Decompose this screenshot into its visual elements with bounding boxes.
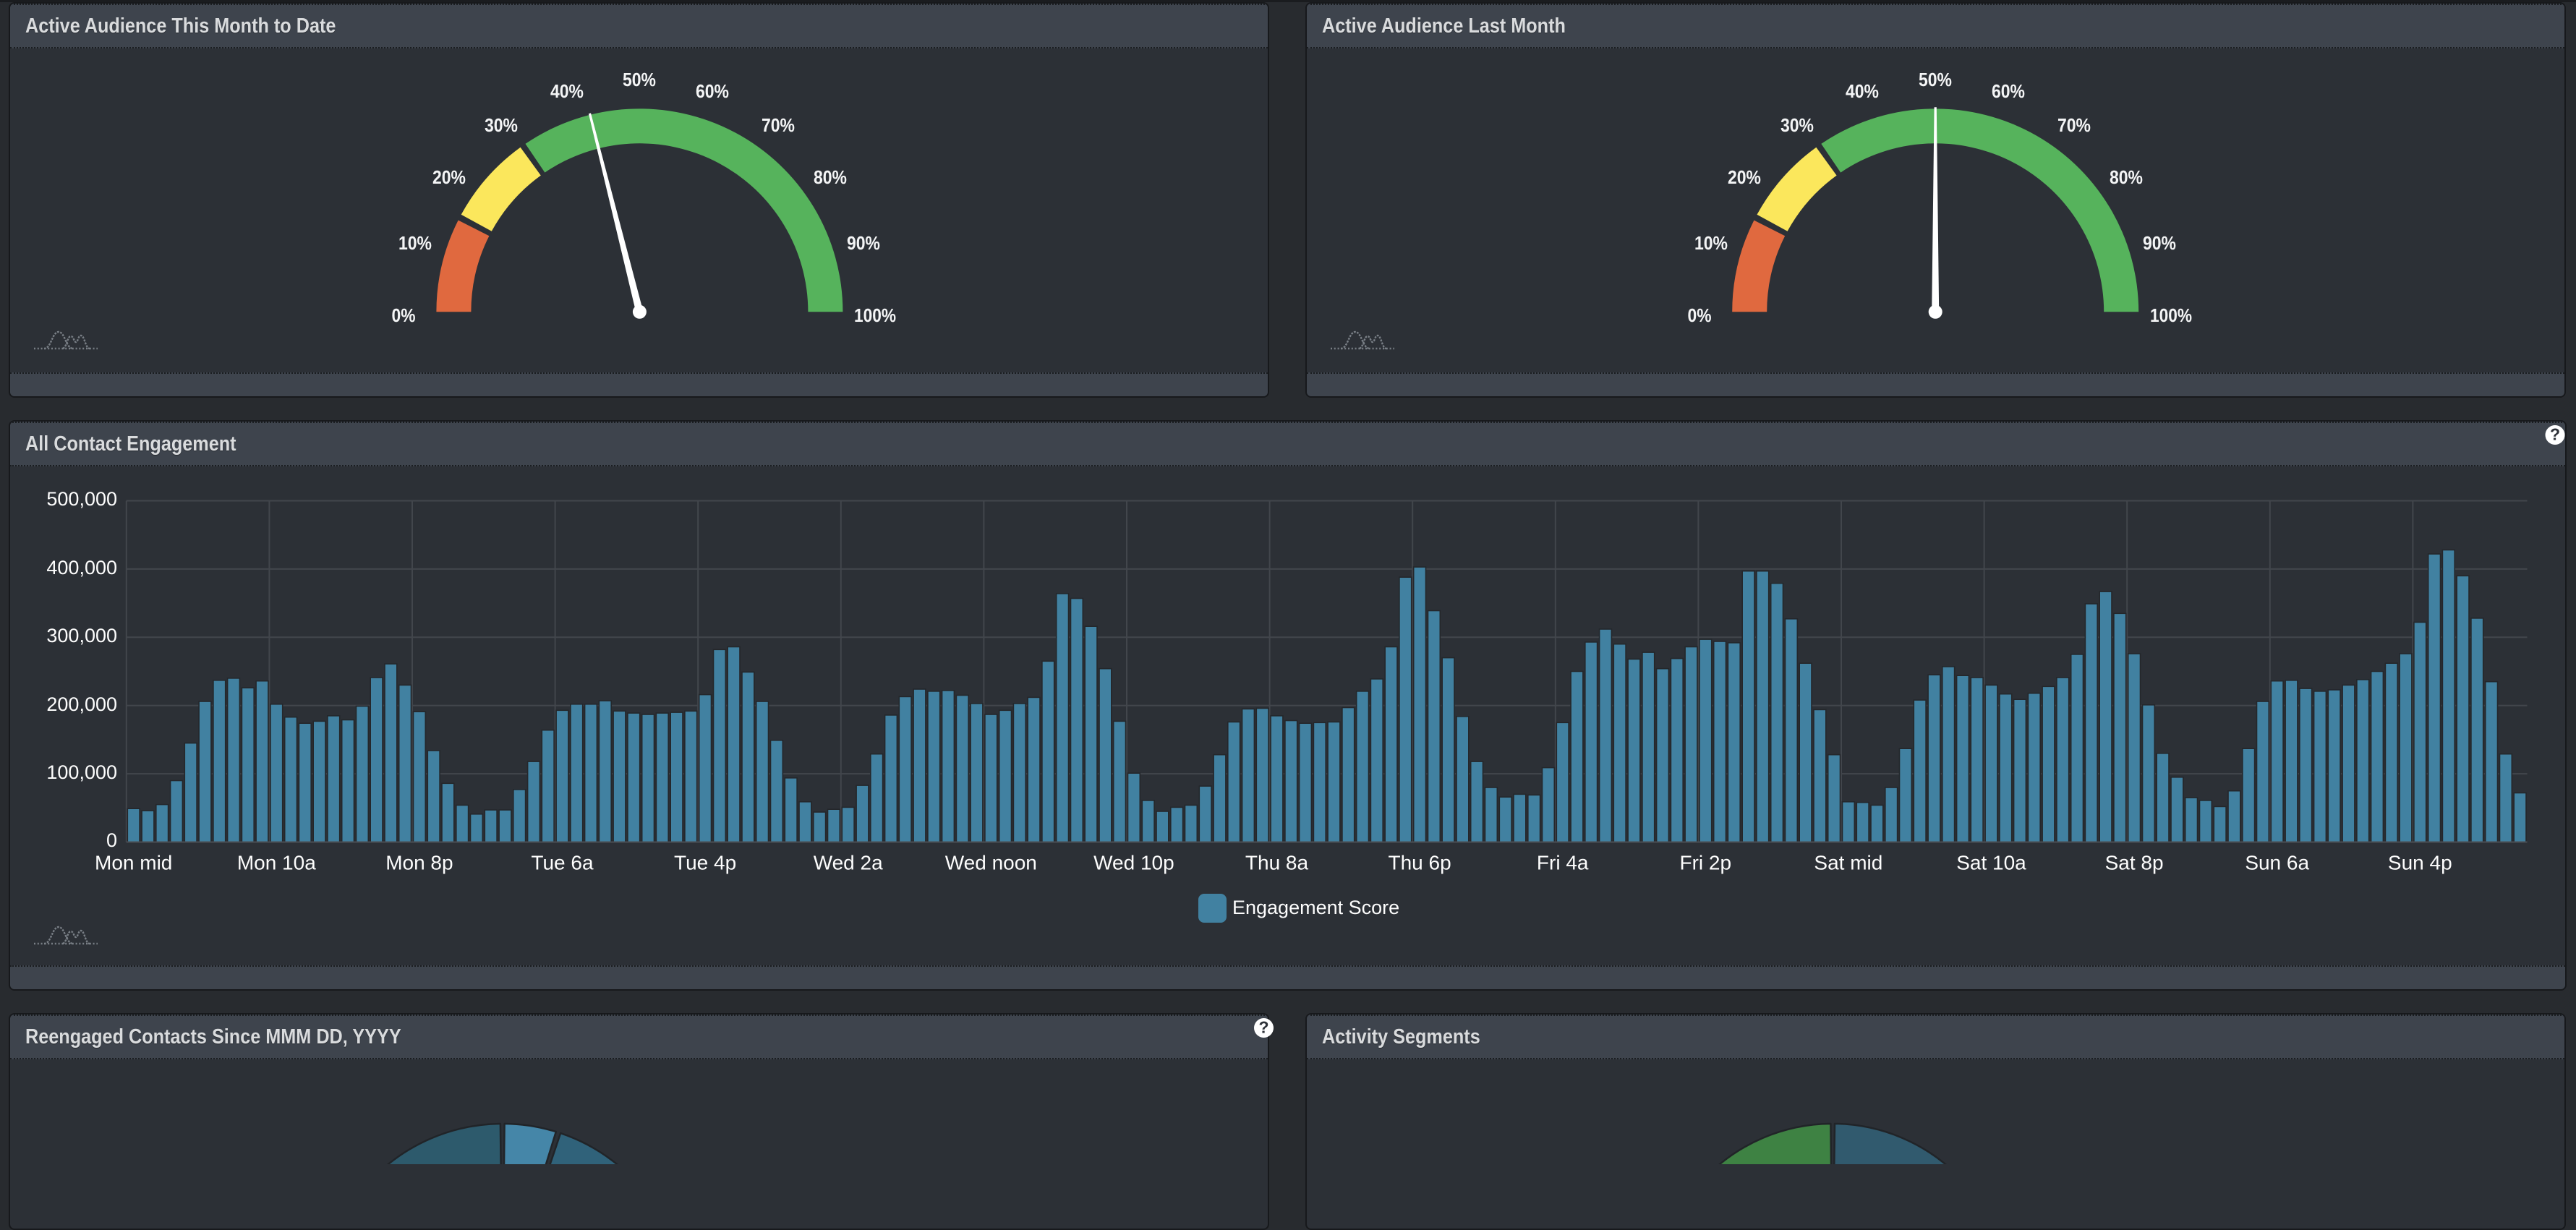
svg-text:Wed noon: Wed noon — [945, 851, 1037, 874]
svg-text:Thu 8a: Thu 8a — [1245, 851, 1309, 874]
svg-text:90%: 90% — [2143, 232, 2176, 254]
svg-text:Sun 4p: Sun 4p — [2388, 851, 2452, 874]
svg-text:Mon mid: Mon mid — [95, 851, 172, 874]
svg-text:200,000: 200,000 — [46, 693, 117, 715]
svg-text:10%: 10% — [398, 232, 432, 254]
svg-text:50%: 50% — [623, 69, 656, 90]
svg-text:20%: 20% — [1728, 166, 1761, 188]
svg-text:Sat mid: Sat mid — [1814, 851, 1882, 874]
svg-text:40%: 40% — [1846, 80, 1879, 102]
svg-text:Wed 10p: Wed 10p — [1093, 851, 1174, 874]
svg-text:Thu 6p: Thu 6p — [1389, 851, 1451, 874]
svg-text:30%: 30% — [485, 114, 518, 136]
svg-text:80%: 80% — [2110, 166, 2143, 188]
svg-text:70%: 70% — [762, 114, 795, 136]
svg-text:20%: 20% — [432, 166, 466, 188]
svg-text:Mon 10a: Mon 10a — [237, 851, 316, 874]
svg-text:Mon 8p: Mon 8p — [385, 851, 453, 874]
svg-text:100%: 100% — [854, 304, 896, 326]
svg-text:Wed 2a: Wed 2a — [814, 851, 883, 874]
svg-text:0%: 0% — [392, 304, 416, 326]
svg-text:100%: 100% — [2150, 304, 2192, 326]
svg-text:0%: 0% — [1688, 304, 1712, 326]
svg-text:Fri 4a: Fri 4a — [1537, 851, 1589, 874]
svg-text:Tue 4p: Tue 4p — [674, 851, 736, 874]
svg-text:60%: 60% — [1992, 80, 2025, 102]
svg-text:500,000: 500,000 — [46, 488, 117, 510]
svg-text:40%: 40% — [550, 80, 584, 102]
svg-text:400,000: 400,000 — [46, 557, 117, 578]
svg-text:Sat 8p: Sat 8p — [2105, 851, 2164, 874]
svg-text:80%: 80% — [814, 166, 847, 188]
svg-text:Engagement Score: Engagement Score — [1232, 897, 1399, 918]
svg-text:10%: 10% — [1694, 232, 1728, 254]
svg-text:Sun 6a: Sun 6a — [2245, 851, 2309, 874]
svg-text:0: 0 — [106, 829, 117, 851]
svg-text:Sat 10a: Sat 10a — [1956, 851, 2026, 874]
svg-text:Tue 6a: Tue 6a — [531, 851, 594, 874]
svg-text:?: ? — [2550, 425, 2560, 444]
svg-text:50%: 50% — [1919, 69, 1952, 90]
svg-text:300,000: 300,000 — [46, 625, 117, 646]
svg-text:60%: 60% — [696, 80, 729, 102]
svg-text:90%: 90% — [847, 232, 880, 254]
svg-text:Fri 2p: Fri 2p — [1680, 851, 1732, 874]
svg-text:100,000: 100,000 — [46, 761, 117, 783]
svg-text:30%: 30% — [1780, 114, 1814, 136]
svg-text:70%: 70% — [2057, 114, 2091, 136]
svg-text:?: ? — [1258, 1018, 1268, 1037]
